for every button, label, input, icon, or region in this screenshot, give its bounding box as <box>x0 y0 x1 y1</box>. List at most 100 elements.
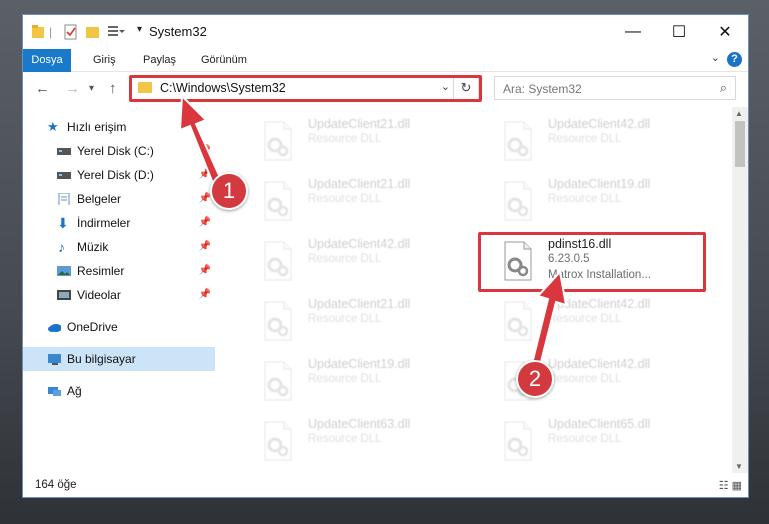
file-description: Resource DLL <box>308 253 382 265</box>
file-item[interactable]: UpdateClient19.dll Resource DLL <box>236 355 466 409</box>
file-item[interactable]: UpdateClient65.dll Resource DLL <box>476 415 706 469</box>
minimize-button[interactable]: — <box>610 15 656 49</box>
file-name: UpdateClient19.dll <box>548 177 651 191</box>
sidebar-item-label: Videolar <box>77 288 121 302</box>
search-placeholder: Ara: System32 <box>503 82 582 96</box>
folder-icon <box>32 25 44 38</box>
sidebar-item-label: OneDrive <box>67 320 118 334</box>
pin-icon[interactable]: 📌 <box>199 211 211 235</box>
tab-share[interactable]: Paylaş <box>133 49 186 71</box>
sidebar-item-quick-access[interactable]: ★ Hızlı erişim <box>23 115 215 139</box>
scroll-down-icon[interactable]: ▼ <box>735 462 743 471</box>
sidebar-item-network[interactable]: Ağ <box>23 379 215 403</box>
dll-file-icon <box>264 421 292 461</box>
file-item[interactable]: UpdateClient21.dll Resource DLL <box>236 175 466 229</box>
music-icon: ♪ <box>58 239 65 255</box>
file-item[interactable]: UpdateClient21.dll Resource DLL <box>236 295 466 349</box>
documents-icon <box>58 193 70 205</box>
vertical-scrollbar[interactable]: ▲ ▼ <box>732 107 748 473</box>
dll-file-icon <box>504 301 532 341</box>
star-icon: ★ <box>47 119 59 134</box>
dll-file-icon <box>264 121 292 161</box>
pin-icon[interactable]: 📌 <box>199 139 211 163</box>
recent-chevron-icon[interactable]: ▾ <box>89 83 94 94</box>
step-2-badge: 2 <box>516 360 554 398</box>
sidebar-item-documents[interactable]: Belgeler 📌 <box>23 187 215 211</box>
sidebar-item-label: Müzik <box>77 240 109 254</box>
maximize-button[interactable]: ☐ <box>656 15 702 49</box>
sidebar-item-onedrive[interactable]: OneDrive <box>23 315 215 339</box>
file-item[interactable]: UpdateClient42.dll Resource DLL <box>476 295 706 349</box>
file-name: UpdateClient42.dll <box>548 357 651 371</box>
file-name: UpdateClient42.dll <box>548 117 651 131</box>
file-description: Resource DLL <box>548 313 622 325</box>
computer-icon <box>48 354 61 365</box>
view-toggle-icons[interactable]: ☷ ▦ <box>719 479 742 492</box>
window-title: System32 <box>149 24 207 39</box>
file-description: Resource DLL <box>548 433 622 445</box>
file-name: UpdateClient21.dll <box>308 297 411 311</box>
file-description: Resource DLL <box>548 373 622 385</box>
sidebar-item-label: Yerel Disk (C:) <box>77 144 154 158</box>
file-item[interactable]: UpdateClient42.dll Resource DLL <box>236 235 466 289</box>
step-1-badge: 1 <box>210 172 248 210</box>
separator: | <box>49 25 53 39</box>
dll-file-icon <box>264 241 292 281</box>
sidebar-item-music[interactable]: ♪ Müzik 📌 <box>23 235 215 259</box>
scroll-up-icon[interactable]: ▲ <box>735 109 743 118</box>
file-item[interactable]: UpdateClient63.dll Resource DLL <box>236 415 466 469</box>
sidebar-item-label: İndirmeler <box>77 216 131 230</box>
file-item[interactable]: UpdateClient42.dll Resource DLL <box>476 115 706 169</box>
chevron-down-icon[interactable]: ⌄ <box>711 51 720 64</box>
search-input[interactable]: Ara: System32 ⌕ <box>494 76 736 100</box>
properties-icon[interactable] <box>63 23 79 41</box>
cloud-icon <box>48 324 61 332</box>
sidebar-item-disk-c[interactable]: Yerel Disk (C:) 📌 <box>23 139 215 163</box>
pin-icon[interactable]: 📌 <box>199 283 211 307</box>
file-name: UpdateClient21.dll <box>308 177 411 191</box>
sidebar-item-pictures[interactable]: Resimler 📌 <box>23 259 215 283</box>
file-item[interactable]: UpdateClient21.dll Resource DLL <box>236 115 466 169</box>
close-button[interactable]: ✕ <box>702 15 748 49</box>
pin-icon[interactable]: 📌 <box>199 235 211 259</box>
help-icon[interactable]: ? <box>727 52 742 67</box>
tab-view[interactable]: Görünüm <box>191 49 257 71</box>
dll-file-icon <box>264 361 292 401</box>
file-description: Resource DLL <box>308 193 382 205</box>
file-name: UpdateClient65.dll <box>548 417 651 431</box>
sidebar-item-downloads[interactable]: ⬇ İndirmeler 📌 <box>23 211 215 235</box>
dll-file-icon <box>264 181 292 221</box>
file-name: UpdateClient19.dll <box>308 357 411 371</box>
network-icon <box>48 387 61 396</box>
dll-file-icon <box>504 121 532 161</box>
sidebar-item-label: Bu bilgisayar <box>67 352 136 366</box>
address-highlight-box <box>129 75 482 102</box>
forward-arrow-icon[interactable]: → <box>65 80 80 97</box>
search-icon[interactable]: ⌕ <box>720 80 727 96</box>
navigation-pane: ★ Hızlı erişim Yerel Disk (C:) 📌 Yerel D… <box>23 107 215 473</box>
file-description: Resource DLL <box>308 313 382 325</box>
scrollbar-thumb[interactable] <box>735 121 745 167</box>
new-folder-icon[interactable] <box>85 23 101 41</box>
status-bar: 164 öğe ☷ ▦ <box>23 473 748 497</box>
customize-icon[interactable] <box>107 23 125 41</box>
file-item[interactable]: UpdateClient19.dll Resource DLL <box>476 175 706 229</box>
file-description: Resource DLL <box>308 133 382 145</box>
back-arrow-icon[interactable]: ← <box>35 80 50 97</box>
chevron-down-icon[interactable]: ▾ <box>137 24 142 42</box>
sidebar-item-label: Belgeler <box>77 192 122 206</box>
sidebar-item-videos[interactable]: Videolar 📌 <box>23 283 215 307</box>
dll-file-icon <box>504 181 532 221</box>
ribbon: Dosya Giriş Paylaş Görünüm ⌄ ? <box>23 49 748 103</box>
sidebar-item-disk-d[interactable]: Yerel Disk (D:) 📌 <box>23 163 215 187</box>
sidebar-item-this-pc[interactable]: Bu bilgisayar <box>23 347 215 371</box>
sidebar-item-label: Hızlı erişim <box>67 120 127 134</box>
file-description: Resource DLL <box>308 373 382 385</box>
file-name: UpdateClient21.dll <box>308 117 411 131</box>
file-item[interactable]: UpdateClient42.dll Resource DLL <box>476 355 706 409</box>
tab-home[interactable]: Giriş <box>83 49 126 71</box>
title-bar: | ▾ System32 — ☐ ✕ <box>23 15 748 49</box>
pin-icon[interactable]: 📌 <box>199 259 211 283</box>
pin-icon[interactable]: 📌 <box>199 163 211 187</box>
up-arrow-icon[interactable]: ↑ <box>109 80 117 97</box>
